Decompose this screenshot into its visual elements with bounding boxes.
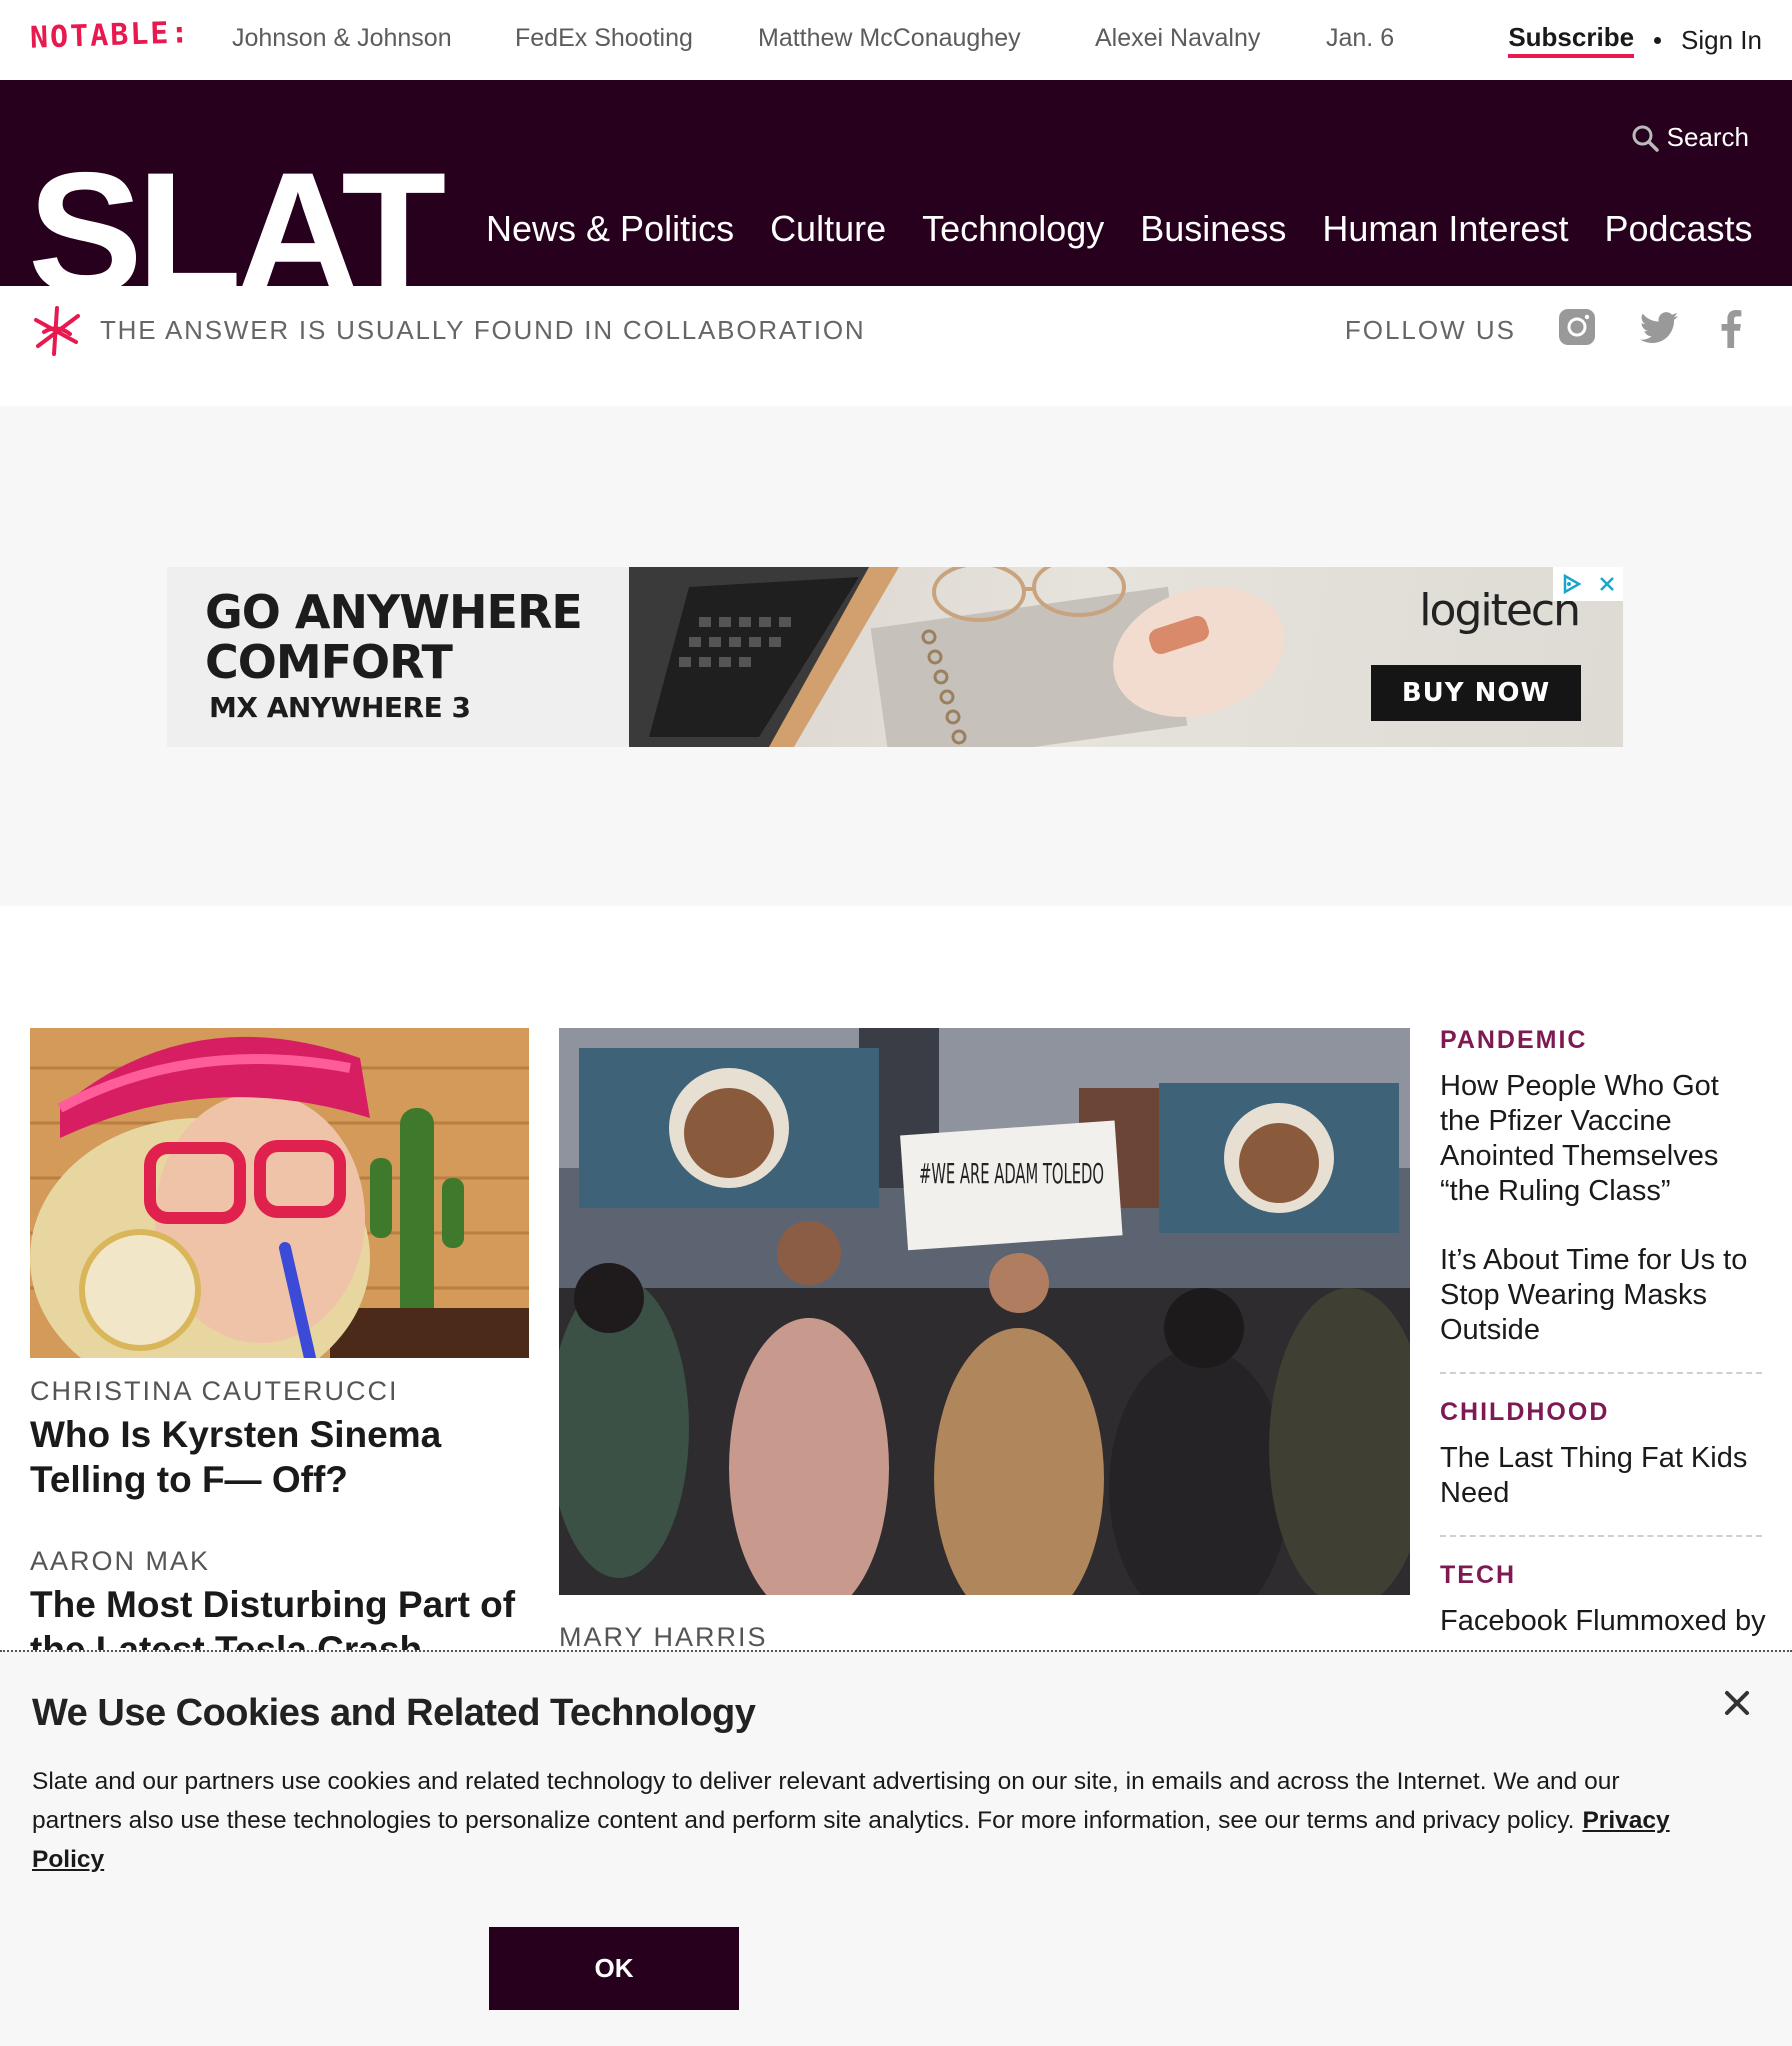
notable-link-jan6[interactable]: Jan. 6 [1326,24,1394,53]
search-label: Search [1666,122,1749,152]
slate-asterisk-icon [34,306,80,356]
right-headline-fat-kids[interactable]: The Last Thing Fat Kids Need [1440,1441,1762,1511]
notable-bar: NOTABLE: Johnson & Johnson FedEx Shootin… [0,0,1792,80]
sinema-photo[interactable] [30,1028,529,1358]
ad-buy-now-button[interactable]: BUY NOW [1371,665,1581,721]
search-icon [1632,125,1659,152]
nav-culture[interactable]: Culture [770,208,886,250]
kicker-pandemic[interactable]: PANDEMIC [1440,1026,1762,1055]
right-column: PANDEMIC How People Who Got the Pfizer V… [1440,1026,1766,1639]
ad-area: GO ANYWHERE COMFORT MX ANYWHERE 3 logite… [0,406,1792,906]
sinema-photo-illustration [30,1028,529,1358]
cookie-title: We Use Cookies and Related Technology [32,1692,756,1734]
main-nav: News & Politics Culture Technology Busin… [486,208,1753,250]
masthead: SLATE Search News & Politics Culture Tec… [0,80,1792,286]
center-byline[interactable]: MARY HARRIS [559,1622,768,1650]
separator-dot [1654,36,1662,44]
kicker-childhood[interactable]: CHILDHOOD [1440,1398,1762,1427]
ad-product: MX ANYWHERE 3 [209,691,471,724]
nav-human-interest[interactable]: Human Interest [1322,208,1568,250]
ad-headline-line2: COMFORT [205,635,453,689]
logitech-ad[interactable]: GO ANYWHERE COMFORT MX ANYWHERE 3 logite… [167,567,1623,747]
nav-podcasts[interactable]: Podcasts [1604,208,1752,250]
notable-link-mcconaughey[interactable]: Matthew McConaughey [758,24,1021,53]
signin-link[interactable]: Sign In [1681,25,1762,56]
slate-logo-text: SLATE [28,152,448,286]
nav-business[interactable]: Business [1140,208,1286,250]
divider [1440,1535,1762,1537]
lead-headline-2[interactable]: The Most Disturbing Part of the Latest T… [30,1582,530,1650]
notable-link-fedex[interactable]: FedEx Shooting [515,24,693,53]
protest-photo[interactable]: #WE ARE ADAM TOLEDO [559,1028,1410,1595]
cookie-ok-button[interactable]: OK [489,1927,739,2010]
cookie-body-text: Slate and our partners use cookies and r… [32,1768,1620,1834]
instagram-icon[interactable] [1558,308,1596,346]
divider [1440,1372,1762,1374]
nav-technology[interactable]: Technology [922,208,1104,250]
nav-news-politics[interactable]: News & Politics [486,208,734,250]
ad-copy: GO ANYWHERE COMFORT MX ANYWHERE 3 [167,567,629,747]
tagline-text: THE ANSWER IS USUALLY FOUND IN COLLABORA… [100,315,866,345]
follow-us-label: FOLLOW US [1344,315,1516,345]
right-headline-pfizer[interactable]: How People Who Got the Pfizer Vaccine An… [1440,1069,1762,1209]
protest-photo-illustration: #WE ARE ADAM TOLEDO [559,1028,1410,1595]
lead-byline-1[interactable]: CHRISTINA CAUTERUCCI [30,1376,399,1407]
tagline-row: THE ANSWER IS USUALLY FOUND IN COLLABORA… [0,286,1792,376]
right-headline-masks[interactable]: It’s About Time for Us to Stop Wearing M… [1440,1243,1762,1348]
close-icon[interactable] [1598,575,1616,593]
notable-link-navalny[interactable]: Alexei Navalny [1095,24,1260,53]
cookie-banner: We Use Cookies and Related Technology Sl… [0,1650,1792,2046]
ad-headline-line1: GO ANYWHERE [205,585,583,639]
facebook-icon[interactable] [1720,310,1742,348]
lead-headline-1[interactable]: Who Is Kyrsten Sinema Telling to F— Off? [30,1412,500,1502]
twitter-icon[interactable] [1640,312,1678,344]
notable-label: NOTABLE: [29,15,192,56]
search-button[interactable]: Search [1631,122,1749,153]
slate-logo[interactable]: SLATE [28,152,448,286]
cookie-body: Slate and our partners use cookies and r… [32,1762,1682,1879]
adchoices-icon[interactable] [1561,573,1583,595]
account-links: Subscribe Sign In [1508,22,1762,58]
kicker-tech[interactable]: TECH [1440,1561,1762,1590]
lead-byline-2[interactable]: AARON MAK [30,1546,210,1577]
close-icon[interactable] [1724,1690,1750,1716]
notable-link-johnson[interactable]: Johnson & Johnson [232,24,452,53]
protest-sign-text: #WE ARE ADAM TOLEDO [919,1157,1104,1190]
subscribe-link[interactable]: Subscribe [1508,22,1635,58]
ad-headline: GO ANYWHERE COMFORT [205,585,583,689]
adchoices[interactable] [1553,567,1623,601]
right-headline-facebook[interactable]: Facebook Flummoxed by [1440,1604,1766,1639]
